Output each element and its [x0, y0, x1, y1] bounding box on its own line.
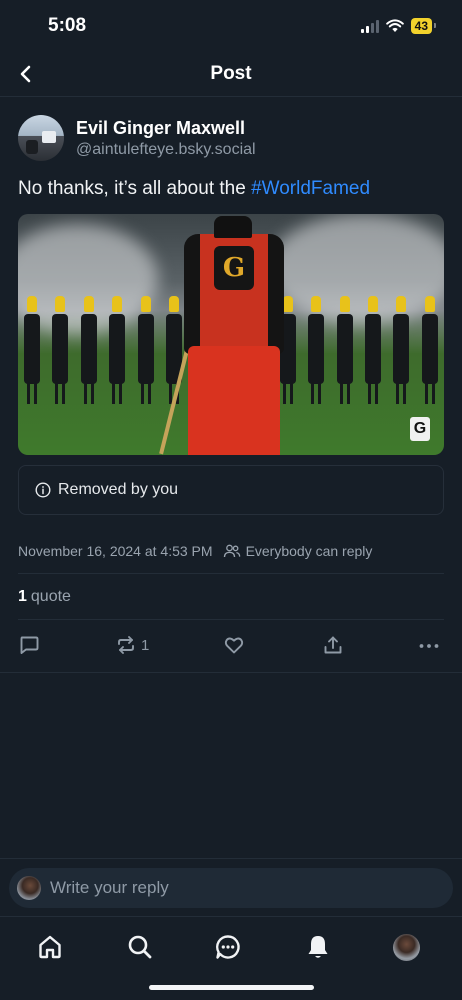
- reply-input[interactable]: Write your reply: [9, 867, 453, 908]
- tab-notifications[interactable]: [302, 931, 334, 963]
- tab-home[interactable]: [34, 931, 66, 963]
- reply-setting[interactable]: Everybody can reply: [223, 543, 373, 559]
- removed-notice: Removed by you: [18, 465, 444, 515]
- author-display-name[interactable]: Evil Ginger Maxwell: [76, 117, 256, 139]
- search-icon: [128, 935, 152, 959]
- people-icon: [223, 544, 240, 558]
- drum-major-figure: G: [159, 216, 302, 455]
- author-avatar[interactable]: [18, 115, 64, 161]
- repost-button[interactable]: 1: [115, 634, 149, 656]
- like-button[interactable]: [223, 634, 245, 656]
- hashtag-link[interactable]: #WorldFamed: [251, 178, 370, 199]
- repost-count: 1: [141, 636, 150, 654]
- tab-profile[interactable]: [390, 931, 422, 963]
- post-text-body: No thanks, it’s all about the: [18, 178, 252, 199]
- post-media-gif[interactable]: G G: [18, 214, 444, 455]
- post-author[interactable]: Evil Ginger Maxwell @aintulefteye.bsky.s…: [0, 97, 462, 161]
- tab-search[interactable]: [124, 931, 156, 963]
- chat-bubble-icon: [216, 935, 240, 959]
- post-meta: November 16, 2024 at 4:53 PM Everybody c…: [0, 515, 462, 569]
- quote-label: quote: [30, 587, 71, 605]
- status-time: 5:08: [48, 15, 87, 36]
- author-handle[interactable]: @aintulefteye.bsky.social: [76, 139, 256, 160]
- signal-icon: [360, 19, 379, 33]
- post-thread-item: Evil Ginger Maxwell @aintulefteye.bsky.s…: [0, 97, 462, 673]
- divider: [0, 672, 462, 673]
- reply-composer-bar: Write your reply: [0, 858, 462, 916]
- share-button[interactable]: [322, 634, 344, 656]
- profile-avatar: [392, 933, 420, 961]
- status-bar: 5:08 43: [0, 0, 462, 52]
- battery-indicator: 43: [410, 18, 437, 34]
- removed-notice-text: Removed by you: [58, 481, 179, 498]
- post-text: No thanks, it’s all about the #WorldFame…: [0, 161, 462, 201]
- reply-placeholder: Write your reply: [50, 877, 169, 897]
- reply-button[interactable]: [18, 634, 40, 656]
- share-icon: [324, 636, 342, 654]
- quote-count: 1: [18, 587, 27, 605]
- gif-watermark-logo: G: [410, 417, 430, 441]
- quote-count-link[interactable]: 1 quote: [0, 574, 462, 619]
- current-user-avatar: [17, 875, 41, 900]
- wifi-icon: [385, 19, 404, 32]
- home-indicator: [149, 985, 314, 990]
- back-button[interactable]: [12, 60, 40, 88]
- post-timestamp: November 16, 2024 at 4:53 PM: [18, 543, 213, 559]
- reply-setting-label: Everybody can reply: [245, 543, 373, 559]
- home-icon: [39, 935, 61, 959]
- post-actions: 1: [0, 620, 462, 672]
- ellipsis-icon: [419, 644, 439, 648]
- bell-icon: [308, 936, 328, 958]
- page-title: Post: [210, 63, 252, 84]
- repost-icon: [118, 636, 134, 654]
- author-text: Evil Ginger Maxwell @aintulefteye.bsky.s…: [76, 117, 256, 160]
- more-options-button[interactable]: [418, 635, 440, 657]
- uniform-crest: G: [214, 246, 254, 290]
- info-icon: [35, 482, 51, 498]
- comment-icon: [20, 636, 39, 654]
- heart-icon: [224, 637, 244, 654]
- chevron-left-icon: [20, 65, 31, 83]
- tab-messages[interactable]: [212, 931, 244, 963]
- post-header: Post: [0, 52, 462, 97]
- status-icons: 43: [360, 18, 437, 34]
